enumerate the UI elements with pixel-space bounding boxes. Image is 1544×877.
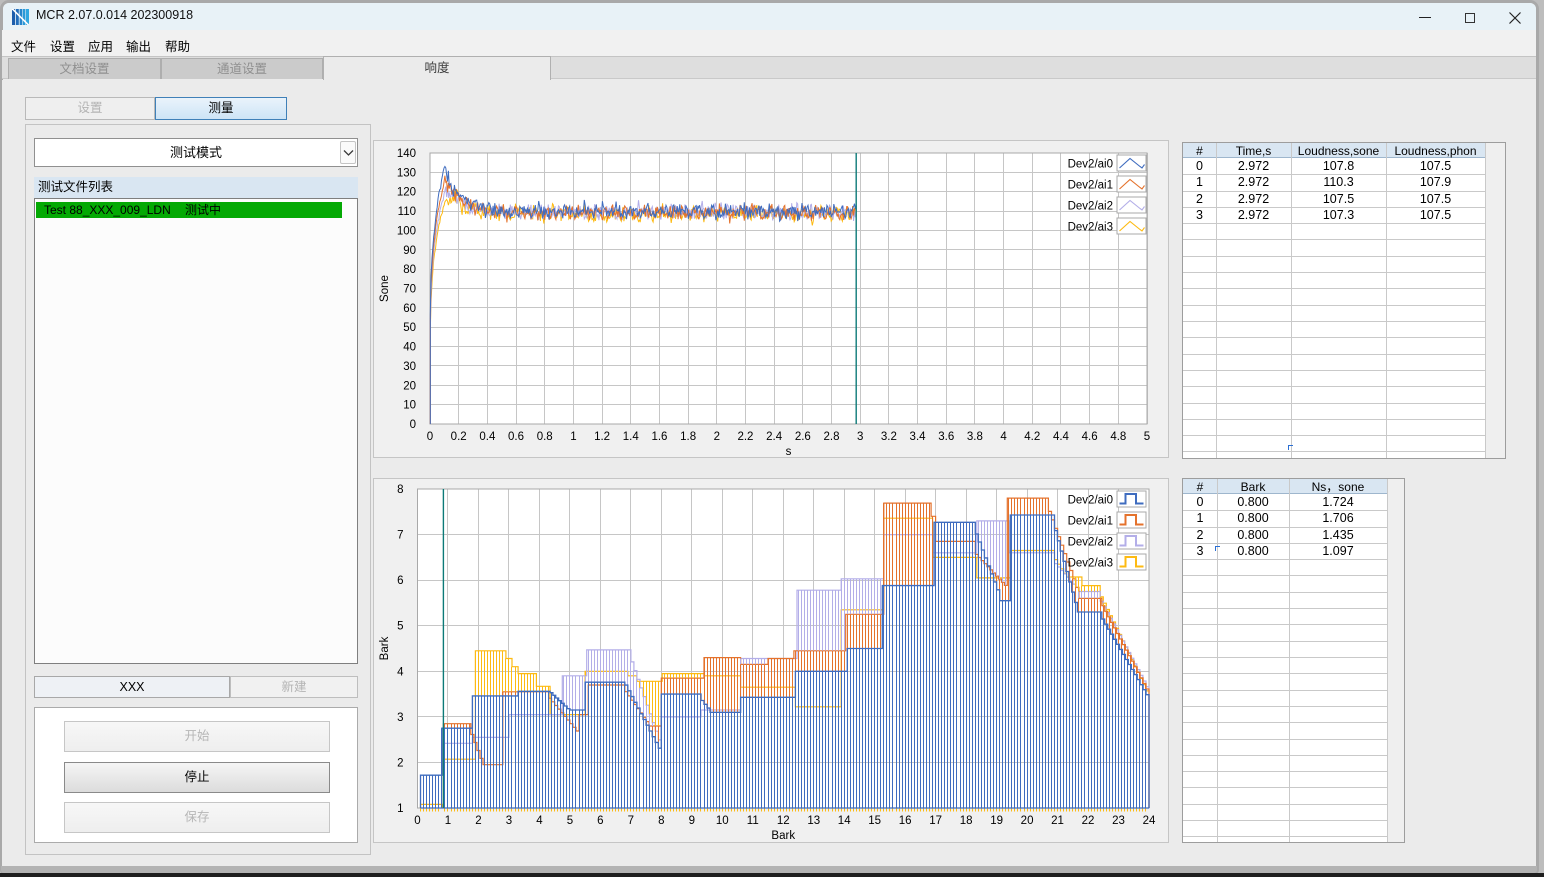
svg-text:9: 9 [689, 815, 695, 827]
svg-text:2: 2 [714, 431, 720, 443]
svg-text:18: 18 [960, 815, 973, 827]
svg-text:140: 140 [397, 148, 416, 160]
svg-text:2: 2 [397, 757, 403, 769]
svg-text:4.2: 4.2 [1024, 431, 1040, 443]
svg-text:0: 0 [427, 431, 433, 443]
svg-text:4.6: 4.6 [1082, 431, 1098, 443]
svg-text:1: 1 [397, 803, 403, 815]
svg-text:0.6: 0.6 [508, 431, 524, 443]
svg-text:5: 5 [567, 815, 573, 827]
svg-text:60: 60 [403, 303, 416, 315]
svg-text:3.2: 3.2 [881, 431, 897, 443]
svg-text:2.2: 2.2 [737, 431, 753, 443]
svg-text:90: 90 [403, 245, 416, 257]
svg-text:22: 22 [1082, 815, 1095, 827]
svg-text:3.4: 3.4 [910, 431, 927, 443]
svg-text:13: 13 [807, 815, 820, 827]
svg-text:12: 12 [777, 815, 790, 827]
svg-text:4.4: 4.4 [1053, 431, 1070, 443]
svg-text:Dev2/ai0: Dev2/ai0 [1068, 495, 1113, 507]
svg-text:100: 100 [397, 225, 416, 237]
svg-text:Dev2/ai1: Dev2/ai1 [1068, 516, 1113, 528]
svg-text:2.6: 2.6 [795, 431, 811, 443]
svg-text:4: 4 [1000, 431, 1007, 443]
svg-text:Bark: Bark [379, 636, 391, 660]
svg-text:Dev2/ai3: Dev2/ai3 [1068, 558, 1113, 570]
svg-text:16: 16 [899, 815, 912, 827]
svg-text:7: 7 [397, 530, 403, 542]
svg-text:130: 130 [397, 167, 416, 179]
svg-text:0.8: 0.8 [537, 431, 553, 443]
svg-text:s: s [786, 446, 792, 457]
svg-text:23: 23 [1112, 815, 1125, 827]
svg-text:30: 30 [403, 361, 416, 373]
svg-text:3.8: 3.8 [967, 431, 983, 443]
svg-text:0: 0 [414, 815, 420, 827]
svg-text:1.4: 1.4 [623, 431, 640, 443]
svg-text:120: 120 [397, 187, 416, 199]
svg-text:70: 70 [403, 284, 416, 296]
svg-text:Dev2/ai0: Dev2/ai0 [1068, 159, 1113, 171]
svg-text:40: 40 [403, 342, 416, 354]
svg-text:4.8: 4.8 [1110, 431, 1126, 443]
svg-text:1.8: 1.8 [680, 431, 696, 443]
svg-text:21: 21 [1051, 815, 1064, 827]
svg-text:6: 6 [597, 815, 603, 827]
svg-text:17: 17 [929, 815, 942, 827]
svg-text:1.2: 1.2 [594, 431, 610, 443]
svg-text:Sone: Sone [379, 275, 391, 302]
svg-text:Dev2/ai2: Dev2/ai2 [1068, 537, 1113, 549]
svg-text:3: 3 [506, 815, 512, 827]
svg-text:3: 3 [857, 431, 863, 443]
svg-text:7: 7 [628, 815, 634, 827]
svg-text:5: 5 [397, 621, 403, 633]
svg-text:6: 6 [397, 575, 403, 587]
svg-text:14: 14 [838, 815, 851, 827]
svg-text:10: 10 [403, 400, 416, 412]
svg-text:0: 0 [410, 419, 416, 431]
svg-text:110: 110 [398, 206, 416, 218]
svg-text:Dev2/ai2: Dev2/ai2 [1068, 201, 1113, 213]
svg-text:4: 4 [397, 666, 404, 678]
svg-text:19: 19 [990, 815, 1003, 827]
svg-text:20: 20 [403, 380, 416, 392]
svg-text:15: 15 [868, 815, 881, 827]
svg-text:24: 24 [1143, 815, 1156, 827]
svg-text:50: 50 [403, 322, 416, 334]
svg-text:2: 2 [475, 815, 481, 827]
svg-text:8: 8 [397, 484, 403, 496]
svg-text:Dev2/ai1: Dev2/ai1 [1068, 180, 1113, 192]
svg-text:3: 3 [397, 712, 403, 724]
svg-text:5: 5 [1144, 431, 1150, 443]
svg-text:0.4: 0.4 [479, 431, 496, 443]
svg-text:80: 80 [403, 264, 416, 276]
svg-text:20: 20 [1021, 815, 1034, 827]
svg-text:1: 1 [570, 431, 576, 443]
svg-text:1: 1 [445, 815, 451, 827]
svg-text:10: 10 [716, 815, 729, 827]
svg-text:4: 4 [536, 815, 543, 827]
svg-text:2.4: 2.4 [766, 431, 783, 443]
svg-text:1.6: 1.6 [651, 431, 667, 443]
svg-text:Dev2/ai3: Dev2/ai3 [1068, 222, 1113, 234]
svg-text:0.2: 0.2 [451, 431, 467, 443]
svg-text:11: 11 [747, 815, 759, 827]
svg-text:8: 8 [658, 815, 664, 827]
svg-text:2.8: 2.8 [824, 431, 840, 443]
svg-text:Bark: Bark [771, 830, 795, 842]
svg-text:3.6: 3.6 [938, 431, 954, 443]
